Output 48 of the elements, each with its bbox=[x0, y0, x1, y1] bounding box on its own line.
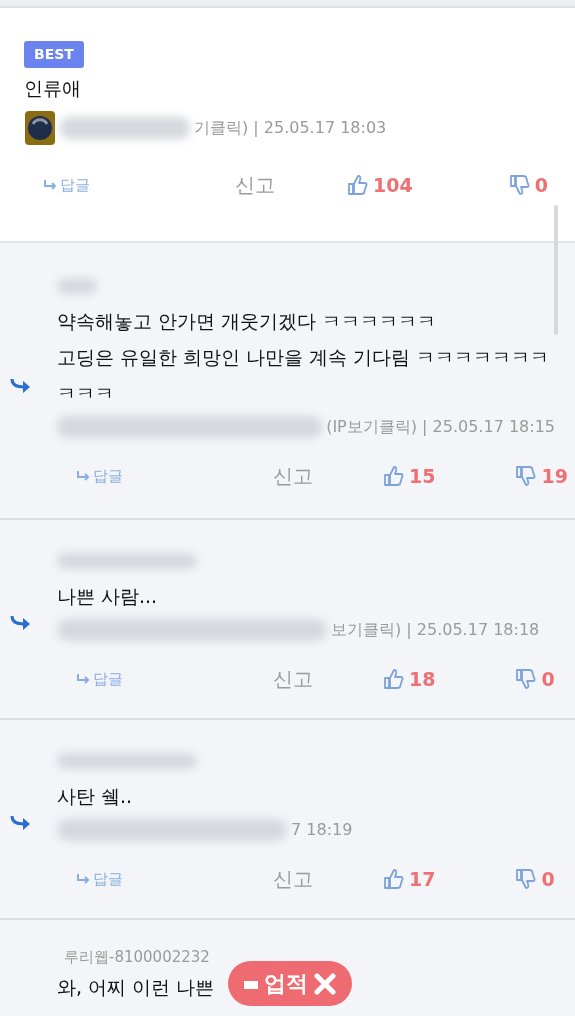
blurred-text bbox=[57, 277, 97, 294]
report-link[interactable]: 신고 bbox=[273, 864, 313, 895]
thumbs-down-icon bbox=[515, 465, 538, 488]
comment-meta: 보기클릭) | 25.05.17 18:18 bbox=[331, 619, 540, 642]
reply-arrow-icon bbox=[10, 815, 32, 831]
dislike-count[interactable]: 0 bbox=[541, 864, 555, 894]
reply-arrow-icon bbox=[77, 874, 91, 885]
comment-meta: 7 18:19 bbox=[291, 819, 353, 842]
reply-arrow-icon bbox=[44, 180, 58, 191]
comment-author: 루리웹-8100002232 bbox=[64, 947, 211, 968]
dislike-count[interactable]: 0 bbox=[534, 170, 548, 200]
thumbs-up-icon bbox=[347, 174, 369, 197]
thumbs-up-icon bbox=[383, 868, 405, 891]
comment-text: 사탄 쉨.. bbox=[57, 784, 134, 809]
badge-icon bbox=[244, 978, 258, 989]
achievement-button[interactable]: 업적 bbox=[228, 961, 352, 1006]
dislike-count[interactable]: 19 bbox=[541, 462, 568, 491]
reply-link[interactable]: 답글 bbox=[77, 667, 123, 691]
comment-meta: (IP보기클릭) | 25.05.17 18:15 bbox=[326, 416, 555, 439]
like-count[interactable]: 15 bbox=[409, 462, 436, 491]
reply-arrow-icon bbox=[77, 471, 91, 482]
dislike-count[interactable]: 0 bbox=[541, 664, 555, 694]
thumbs-up-icon bbox=[383, 465, 405, 488]
best-badge: BEST bbox=[24, 41, 84, 68]
like-count[interactable]: 18 bbox=[409, 664, 436, 694]
reply-link[interactable]: 답글 bbox=[44, 173, 90, 197]
like-count[interactable]: 17 bbox=[409, 864, 436, 894]
thumbs-down-icon bbox=[508, 174, 531, 197]
report-link[interactable]: 신고 bbox=[273, 664, 313, 695]
thumbs-up-icon bbox=[383, 668, 405, 691]
close-icon[interactable] bbox=[314, 972, 336, 995]
comment-text: 인류애 bbox=[24, 76, 82, 101]
reply-arrow-icon bbox=[77, 674, 91, 685]
reply-arrow-icon bbox=[10, 378, 32, 394]
avatar-icon bbox=[24, 110, 56, 147]
thumbs-down-icon bbox=[515, 868, 538, 891]
comment-text: 와, 어찌 이런 나쁜 bbox=[57, 974, 215, 1000]
comment-meta: 기클릭) | 25.05.17 18:03 bbox=[194, 117, 387, 140]
comment-text: 나쁜 사람... bbox=[57, 584, 159, 609]
comment-text: 약속해놓고 안가면 개웃기겠다 ㅋㅋㅋㅋㅋㅋ 고딩은 유일한 희망인 나만을 계속 기다림 ㅋㅋㅋㅋㅋㅋㅋㅋㅋㅋ bbox=[57, 309, 551, 407]
report-link[interactable]: 신고 bbox=[235, 170, 275, 201]
reply-link[interactable]: 답글 bbox=[77, 465, 123, 488]
reply-link[interactable]: 답글 bbox=[77, 867, 123, 891]
scrollbar[interactable] bbox=[554, 205, 558, 335]
thumbs-down-icon bbox=[515, 668, 538, 691]
reply-arrow-icon bbox=[10, 615, 32, 631]
report-link[interactable]: 신고 bbox=[273, 461, 313, 492]
like-count[interactable]: 104 bbox=[373, 170, 413, 200]
